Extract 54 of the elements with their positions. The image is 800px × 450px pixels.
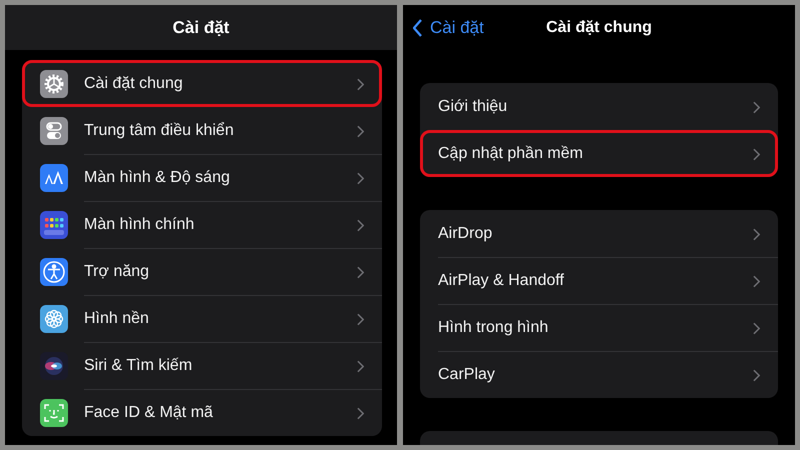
chevron-icon xyxy=(357,266,364,278)
chevron-icon xyxy=(357,360,364,372)
gear-icon xyxy=(40,70,68,98)
text-size-icon xyxy=(40,164,68,192)
item-label: Trung tâm điều khiển xyxy=(84,122,234,140)
chevron-icon xyxy=(753,100,760,114)
settings-item[interactable]: AirPlay & Handoff xyxy=(420,257,778,304)
accessibility-icon xyxy=(40,258,68,286)
item-label: CarPlay xyxy=(438,366,495,384)
item-label: Hình trong hình xyxy=(438,319,548,337)
item-label: AirDrop xyxy=(438,225,492,243)
chevron-icon xyxy=(753,148,760,160)
item-label: Cài đặt chung xyxy=(84,75,183,93)
chevron-icon xyxy=(357,172,364,184)
chevron-icon xyxy=(753,322,760,334)
flower-icon xyxy=(40,304,68,332)
item-label: Trợ năng xyxy=(84,263,150,281)
chevron-icon xyxy=(357,406,364,420)
item-label: Face ID & Mật mã xyxy=(84,404,213,422)
item-label: Giới thiệu xyxy=(438,98,508,116)
chevron-icon xyxy=(357,124,364,138)
settings-item[interactable]: Trung tâm điều khiển xyxy=(22,107,382,154)
toggles-icon xyxy=(40,116,68,144)
settings-item[interactable]: CarPlay xyxy=(420,351,778,398)
item-label: AirPlay & Handoff xyxy=(438,272,564,290)
settings-item[interactable]: Giới thiệu xyxy=(420,83,778,130)
item-label: Hình nền xyxy=(84,310,149,328)
app-grid-icon xyxy=(40,210,68,238)
face-scan-icon xyxy=(40,398,68,426)
settings-item[interactable]: Trợ năng xyxy=(22,248,382,295)
settings-item[interactable]: Cài đặt chung xyxy=(22,60,382,107)
settings-item[interactable]: Hình trong hình xyxy=(420,304,778,351)
settings-item[interactable]: Màn hình chính xyxy=(22,201,382,248)
chevron-icon xyxy=(357,218,364,232)
screen-title: Cài đặt chung xyxy=(546,18,652,36)
item-label: Cập nhật phần mềm xyxy=(438,145,583,163)
settings-item[interactable]: Siri & Tìm kiếm xyxy=(22,342,382,389)
settings-item[interactable]: Face ID & Mật mã xyxy=(22,389,382,436)
item-label: Màn hình & Độ sáng xyxy=(84,169,230,187)
chevron-icon xyxy=(357,78,364,90)
settings-item[interactable]: AirDrop xyxy=(420,210,778,257)
back-link[interactable]: Cài đặt xyxy=(413,18,484,38)
screen-title: Cài đặt xyxy=(172,18,230,38)
chevron-icon xyxy=(753,368,760,382)
settings-item[interactable]: Màn hình & Độ sáng xyxy=(22,154,382,201)
chevron-icon xyxy=(357,312,364,326)
orb-icon xyxy=(40,352,68,380)
chevron-icon xyxy=(753,228,760,240)
settings-item[interactable]: Hình nền xyxy=(22,295,382,342)
item-label: Siri & Tìm kiếm xyxy=(84,357,192,375)
back-chevron-icon xyxy=(413,19,423,37)
chevron-icon xyxy=(753,274,760,288)
settings-item[interactable]: Cập nhật phần mềm xyxy=(420,130,778,177)
item-label: Màn hình chính xyxy=(84,216,194,234)
